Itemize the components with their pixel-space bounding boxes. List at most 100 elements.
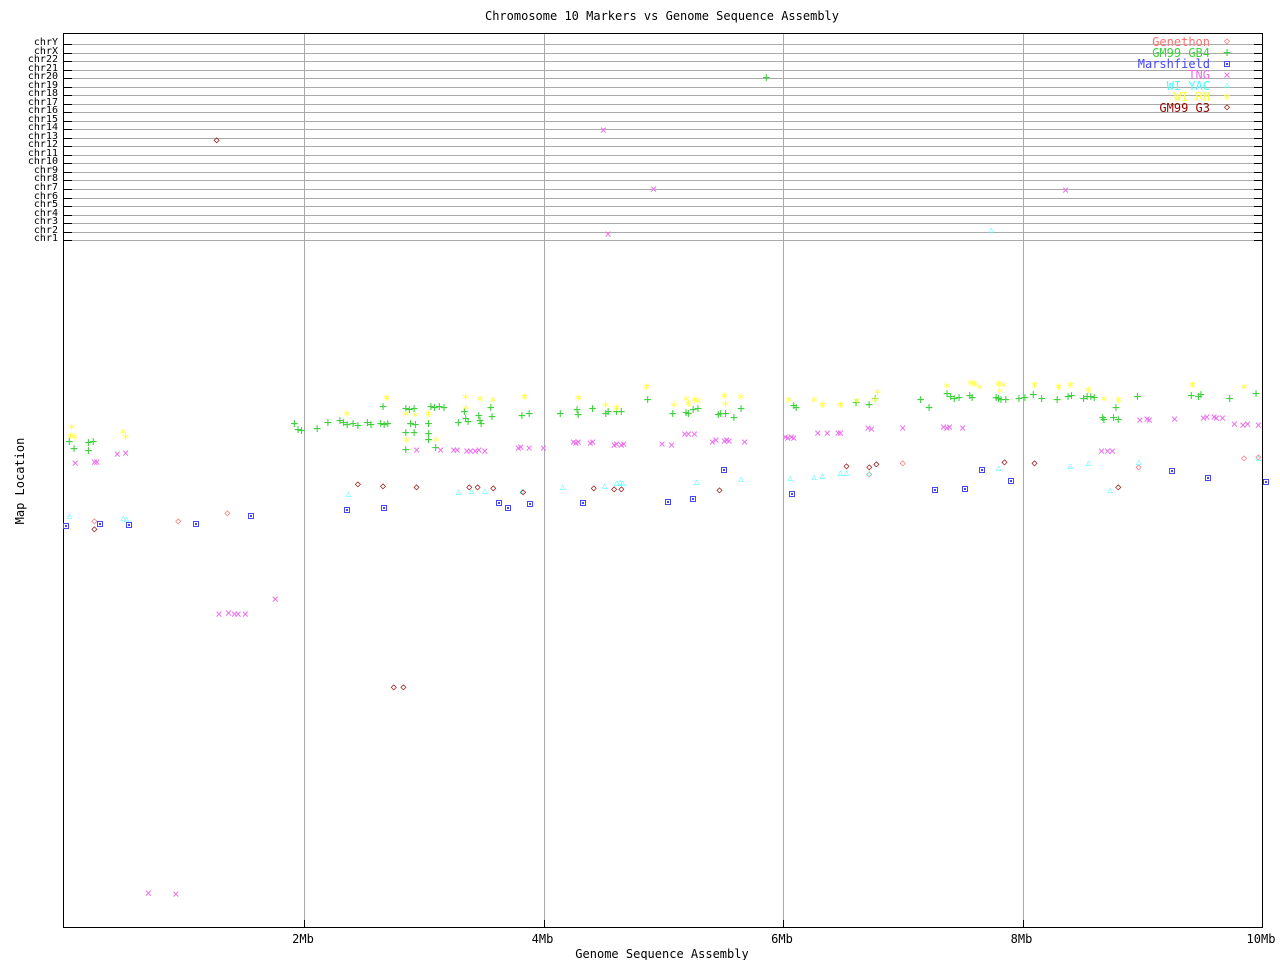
- chromosome-gridline: [64, 146, 1262, 148]
- chromosome-gridline: [64, 240, 1262, 242]
- wi-yac-point: △: [995, 463, 1002, 474]
- y-tick: [1254, 44, 1262, 46]
- mb-gridline: [783, 34, 784, 927]
- tng-point: ×: [1061, 183, 1070, 197]
- chromosome-gridline: [64, 120, 1262, 122]
- y-tick: [64, 86, 72, 88]
- gm99-g3-point: ◇: [413, 482, 420, 493]
- wi-rh-point: ∗: [601, 397, 610, 413]
- y-tick: [1254, 103, 1262, 105]
- gm99-g3-point: ◇: [354, 479, 361, 490]
- x-tick-label-4Mb: 4Mb: [531, 932, 554, 946]
- wi-rh-point: ∗: [431, 432, 440, 448]
- y-tick: [1254, 163, 1262, 165]
- y-tick: [64, 197, 72, 199]
- tng-point: ×: [1170, 412, 1179, 426]
- y-tick: [1254, 197, 1262, 199]
- wi-rh-point: ∗: [1054, 379, 1063, 395]
- x-tick-label-6Mb: 6Mb: [771, 932, 793, 946]
- gm99-gb4-point: +: [488, 409, 496, 425]
- marshfield-point: [62, 523, 69, 529]
- gm99-g3-point: ◇: [716, 485, 723, 496]
- tng-point: ×: [271, 592, 279, 606]
- wi-rh-point: ∗: [1114, 392, 1123, 408]
- marshfield-point: [721, 467, 728, 473]
- y-tick: [1254, 171, 1262, 173]
- y-tick: [64, 180, 72, 182]
- wi-yac-point: △: [1107, 485, 1113, 496]
- marshfield-point: [381, 505, 388, 511]
- mb-gridline: [304, 34, 305, 927]
- wi-rh-point: ∗: [342, 406, 352, 422]
- wi-rh-point: ∗: [411, 407, 420, 423]
- y-tick: [64, 112, 72, 114]
- y-tick: [64, 95, 72, 97]
- chromosome-gridline: [64, 171, 1262, 173]
- tng-point: ×: [1230, 417, 1239, 431]
- wi-rh-point: ∗: [402, 432, 412, 448]
- wi-rh-point: ∗: [121, 429, 130, 445]
- marshfield-point: [193, 521, 200, 527]
- mb-gridline: [543, 34, 545, 927]
- wi-yac-point: △: [738, 474, 744, 485]
- gm99-g3-point: ◇: [400, 682, 407, 693]
- wi-yac-point: △: [819, 471, 826, 482]
- y-tick: [1254, 206, 1262, 208]
- marshfield-point: [504, 505, 511, 511]
- marshfield-point: [248, 513, 255, 519]
- marshfield-point: [496, 500, 503, 506]
- y-tick: [1254, 214, 1262, 216]
- wi-rh-point: ∗: [461, 400, 470, 416]
- genethon-point: ◇: [175, 516, 182, 527]
- wi-rh-point: ∗: [721, 396, 730, 412]
- tng-point: ×: [517, 440, 525, 454]
- marshfield-point: [527, 501, 534, 507]
- genethon-point: ◇: [224, 508, 231, 519]
- gm99-gb4-point: +: [1133, 389, 1142, 405]
- chromosome-gridline: [64, 180, 1262, 182]
- tng-point: ×: [959, 421, 967, 435]
- gm99-g3-point: ◇: [873, 459, 880, 470]
- wi-rh-point: ∗: [642, 379, 651, 395]
- y-tick: [1254, 120, 1262, 122]
- chromosome-gridline: [64, 214, 1262, 216]
- gm99-g3-point: ◇: [1115, 482, 1122, 493]
- gm99-g3-point: ◇: [843, 461, 850, 472]
- gm99-gb4-point: +: [556, 406, 565, 422]
- gm99-g3-point: ◇: [380, 481, 387, 492]
- legend-marker-gm99-g3: ◇: [1223, 102, 1231, 113]
- gm99-gb4-point: +: [574, 407, 583, 423]
- y-tick: [64, 223, 72, 225]
- gm99-g3-point: ◇: [1001, 457, 1008, 468]
- mb-gridline: [1022, 34, 1024, 927]
- x-axis-label: Genome Sequence Assembly: [575, 947, 749, 960]
- y-tick: [64, 120, 72, 122]
- gm99-gb4-point: +: [1020, 390, 1029, 406]
- gm99-g3-point: ◇: [618, 484, 625, 495]
- marshfield-point: [962, 486, 969, 492]
- plot-area: ◇ ◇ ◇ ◇ ◇ ◇ ◇ ◇ + + + + + + + + + + + + + + + + + + + + + + + + + + + + + + + +…: [62, 33, 1269, 928]
- y-tick: [64, 171, 72, 173]
- marshfield-point: [580, 500, 587, 506]
- gm99-g3-point: ◇: [490, 483, 497, 494]
- chromosome-gridline: [64, 231, 1262, 233]
- y-axis-label: Map Location: [13, 437, 27, 525]
- gm99-g3-point: ◇: [590, 483, 597, 494]
- y-tick: [1254, 129, 1262, 131]
- tng-point: ×: [172, 887, 180, 901]
- wi-yac-point: △: [345, 489, 352, 500]
- wi-rh-point: ∗: [69, 429, 79, 445]
- wi-rh-point: ∗: [836, 397, 845, 413]
- wi-yac-point: △: [124, 514, 130, 525]
- tng-point: ×: [1244, 417, 1252, 431]
- gm99-gb4-point: +: [353, 418, 362, 434]
- gm99-gb4-point: +: [643, 392, 652, 408]
- wi-rh-point: ∗: [574, 390, 583, 406]
- genethon-point: ◇: [1241, 453, 1248, 464]
- y-tick: [64, 69, 72, 71]
- chromosome-gridline: [64, 137, 1262, 139]
- gm99-gb4-point: +: [1252, 386, 1260, 402]
- legend-marker-tng: ×: [1223, 68, 1231, 82]
- genethon-point: ◇: [899, 458, 906, 469]
- tng-point: ×: [1108, 444, 1116, 458]
